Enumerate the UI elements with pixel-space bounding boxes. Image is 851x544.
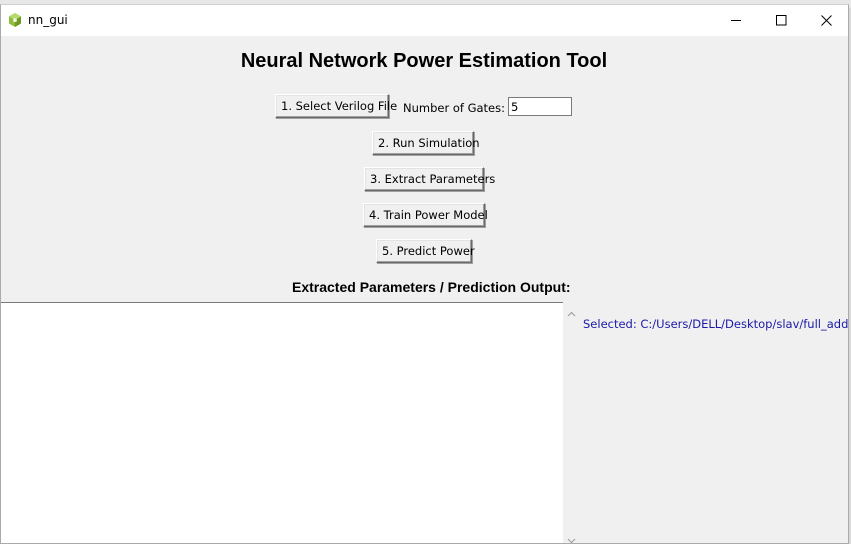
maximize-icon <box>775 15 787 26</box>
title-bar[interactable]: nn_gui <box>1 5 848 36</box>
app-window: nn_gui Neural Network Power Estimation T… <box>0 4 849 544</box>
output-text-area[interactable] <box>1 302 563 543</box>
predict-power-button[interactable]: 5. Predict Power <box>376 239 475 263</box>
scroll-up-icon[interactable] <box>567 306 576 317</box>
page-title: Neural Network Power Estimation Tool <box>240 50 608 72</box>
status-panel: Selected: C:/Users/DELL/Desktop/slav/ful… <box>563 302 849 543</box>
extract-parameters-button[interactable]: 3. Extract Parameters <box>364 167 495 191</box>
number-of-gates-label: Number of Gates: <box>403 101 506 115</box>
maximize-button[interactable] <box>758 5 804 36</box>
python-cube-icon <box>8 13 22 27</box>
select-verilog-file-button[interactable]: 1. Select Verilog File <box>275 94 397 118</box>
vertical-scrollbar[interactable] <box>563 302 580 543</box>
minimize-icon <box>730 15 742 26</box>
train-power-model-button[interactable]: 4. Train Power Model <box>363 203 488 227</box>
run-simulation-button[interactable]: 2. Run Simulation <box>372 131 480 155</box>
minimize-button[interactable] <box>713 5 759 36</box>
client-area: Neural Network Power Estimation Tool 1. … <box>1 36 849 543</box>
window-title: nn_gui <box>28 13 68 27</box>
scroll-down-icon[interactable] <box>567 532 576 543</box>
selected-file-status: Selected: C:/Users/DELL/Desktop/slav/ful… <box>583 317 849 331</box>
output-section-label: Extracted Parameters / Prediction Output… <box>292 279 571 295</box>
close-button[interactable] <box>803 5 848 36</box>
close-icon <box>820 15 832 26</box>
number-of-gates-input[interactable] <box>508 97 572 116</box>
